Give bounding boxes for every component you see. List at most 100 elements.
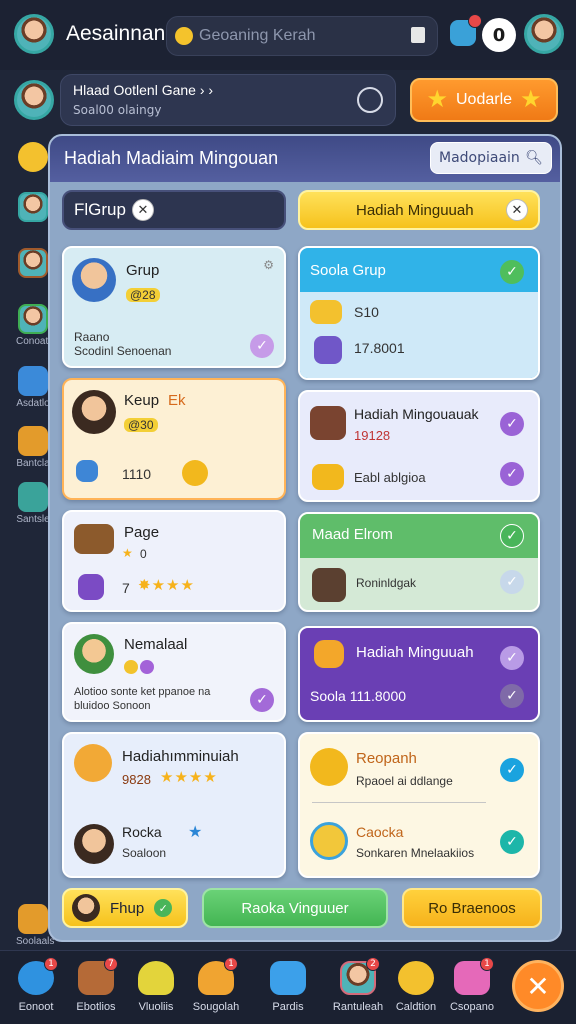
- check-icon[interactable]: ✓: [500, 462, 524, 486]
- raoka-button[interactable]: Raoka Vinguuer: [202, 888, 388, 928]
- card-title: Hadiah Minguuah: [356, 644, 474, 661]
- profile-initial: 0: [492, 24, 506, 46]
- reward-card-mingouauak[interactable]: Hadiah Mingouauak 19128 ✓ Eabl ablgioa ✓: [298, 390, 540, 502]
- check-icon[interactable]: ✓: [500, 758, 524, 782]
- nav-item-pardis[interactable]: Pardis: [260, 961, 316, 1013]
- stars-rating: ✸★★★: [138, 576, 195, 594]
- card-value: S10: [354, 304, 379, 320]
- player-avatar[interactable]: [14, 80, 54, 120]
- reward-card-keup[interactable]: Keup Ek @30 1110: [62, 378, 286, 500]
- check-icon[interactable]: ✓: [500, 830, 524, 854]
- nav-label: Eonoot: [18, 1001, 54, 1013]
- search-placeholder: Geoaning Kerah: [199, 27, 316, 44]
- compass-icon[interactable]: [357, 87, 383, 113]
- star-icon: ★: [426, 86, 448, 113]
- check-icon[interactable]: ✓: [500, 646, 524, 670]
- reward-card-hadiah[interactable]: Hadiahımminuiah 9828 ★★★★ Rocka Soaloon …: [62, 732, 286, 878]
- panel-header: Hadiah Madiaim Mingouan Madopiaain 🔍︎: [50, 136, 560, 182]
- nav-label: Vluoliis: [138, 1001, 174, 1013]
- rail-item-avatar-1[interactable]: [16, 192, 50, 224]
- check-icon[interactable]: ✓: [250, 334, 274, 358]
- upgrade-button[interactable]: ★ Uodarle ★: [410, 78, 558, 122]
- avatar: [312, 568, 346, 602]
- lock-icon[interactable]: [411, 27, 425, 43]
- nav-badge: 7: [104, 957, 118, 971]
- search-bar[interactable]: Geoaning Kerah: [166, 16, 438, 56]
- player-info-bar[interactable]: Hlaad Ootlenl Gane › › Soal00 olaingy: [60, 74, 396, 126]
- nav-item-rantuleah[interactable]: 2 Rantuleah: [330, 957, 386, 1013]
- close-button[interactable]: ✕: [512, 960, 564, 1012]
- nav-label: Sougolah: [192, 1001, 240, 1013]
- card-value: 19128: [354, 428, 391, 443]
- filter-weekly-label: Hadiah Minguuah: [356, 201, 474, 219]
- reward-card-grup[interactable]: Grup @28 Raano Scodinl Senoenan ✓ ⚙: [62, 246, 286, 368]
- filter-weekly-tab[interactable]: Hadiah Minguuah ✕: [298, 190, 540, 230]
- nav-item-vluoliis[interactable]: Vluoliis: [128, 961, 184, 1013]
- puzzle-icon[interactable]: [450, 14, 482, 46]
- reward-card-nemalaal[interactable]: Nemalaal Alotioo sonte ket ppanoe na blu…: [62, 622, 286, 722]
- rail-item-bantcla[interactable]: Bantcla: [16, 426, 50, 469]
- card-title: Hadiahımminuiah: [122, 748, 239, 765]
- stars-rating: ★★★★: [160, 768, 218, 786]
- nav-badge: 1: [224, 957, 238, 971]
- crate-icon: [314, 336, 342, 364]
- gear-icon[interactable]: ⚙: [263, 258, 274, 272]
- rail-item-soolaals[interactable]: Soolaals: [16, 904, 54, 947]
- star-badge-icon: [398, 961, 434, 995]
- friend-avatar[interactable]: [524, 14, 564, 54]
- rail-item-asdatlo[interactable]: Asdatlo: [16, 366, 50, 409]
- box-icon: [18, 426, 48, 456]
- fhup-button[interactable]: Fhup ✓: [62, 888, 188, 928]
- avatar: [74, 634, 114, 674]
- nav-label: Rantuleah: [332, 1001, 384, 1013]
- nav-item-ebotlios[interactable]: 7 Ebotlios: [68, 957, 124, 1013]
- card-text: Sonkaren Mnelaakiios: [356, 846, 475, 860]
- ro-braenoos-button[interactable]: Ro Braenoos: [402, 888, 542, 928]
- rail-label: Bantcla: [16, 458, 50, 469]
- rail-item-star[interactable]: [16, 142, 50, 174]
- nav-label: Ebotlios: [76, 1001, 116, 1013]
- notification-badge: [468, 14, 482, 28]
- card-text: Raano: [74, 330, 110, 344]
- avatar: [72, 894, 100, 922]
- rail-item-contacts[interactable]: Conoats: [16, 304, 53, 347]
- nav-item-csopano[interactable]: 1 Csopano: [444, 957, 500, 1013]
- check-icon[interactable]: ✓: [500, 684, 524, 708]
- reward-card-reopanh[interactable]: Reopanh Rpaoel ai ddlange ✓ Caocka Sonka…: [298, 732, 540, 878]
- reward-card-page[interactable]: Page ★ 0 7 ✸★★★: [62, 510, 286, 612]
- rail-item-avatar-2[interactable]: [16, 248, 50, 280]
- player-subtitle: Soal00 olaingy: [73, 103, 162, 117]
- nav-item-eonoot[interactable]: 1 Eonoot: [8, 957, 64, 1013]
- user-avatar[interactable]: [14, 14, 54, 54]
- filter-group-tab[interactable]: FlGrup ✕: [62, 190, 286, 230]
- reward-card-soola-grup[interactable]: Soola Grup ✓ S10 17.8001: [298, 246, 540, 380]
- avatar: [18, 192, 48, 222]
- card-title: Hadiah Mingouauak: [354, 406, 479, 422]
- nav-badge: 1: [480, 957, 494, 971]
- reward-card-minguuah[interactable]: Hadiah Minguuah ✓ Soola 111.8000 ✓: [298, 626, 540, 722]
- close-icon[interactable]: ✕: [132, 199, 154, 221]
- rail-item-santsle[interactable]: Santsle: [16, 482, 50, 525]
- nav-item-sougolah[interactable]: 1 Sougolah: [188, 957, 244, 1013]
- nav-item-caldtion[interactable]: Caldtion: [388, 961, 444, 1013]
- coin-stack-icon: [310, 748, 348, 786]
- check-icon[interactable]: ✓: [500, 260, 524, 284]
- reward-card-maad-elrom[interactable]: Maad Elrom ✓ Roninldgak ✓: [298, 512, 540, 612]
- profile-button[interactable]: 0: [482, 18, 516, 52]
- rail-label: Santsle: [16, 514, 50, 525]
- card-title: Reopanh: [356, 750, 417, 767]
- app-title: Aesainnan: [66, 22, 166, 45]
- check-icon[interactable]: ✓: [500, 570, 524, 594]
- panel-search-button[interactable]: Madopiaain 🔍︎: [430, 142, 552, 174]
- avatar: [18, 248, 48, 278]
- card-value: 1110: [122, 466, 152, 482]
- coin-icon: [124, 660, 138, 674]
- card-value: 17.8001: [354, 340, 405, 356]
- check-icon[interactable]: ✓: [250, 688, 274, 712]
- card-text: Alotioo sonte ket ppanoe na: [74, 686, 211, 698]
- check-icon[interactable]: ✓: [500, 524, 524, 548]
- player-name: Hlaad Ootlenl Gane › ›: [73, 82, 214, 98]
- close-icon[interactable]: ✕: [506, 199, 528, 221]
- check-icon[interactable]: ✓: [500, 412, 524, 436]
- card-value: 7: [122, 580, 130, 596]
